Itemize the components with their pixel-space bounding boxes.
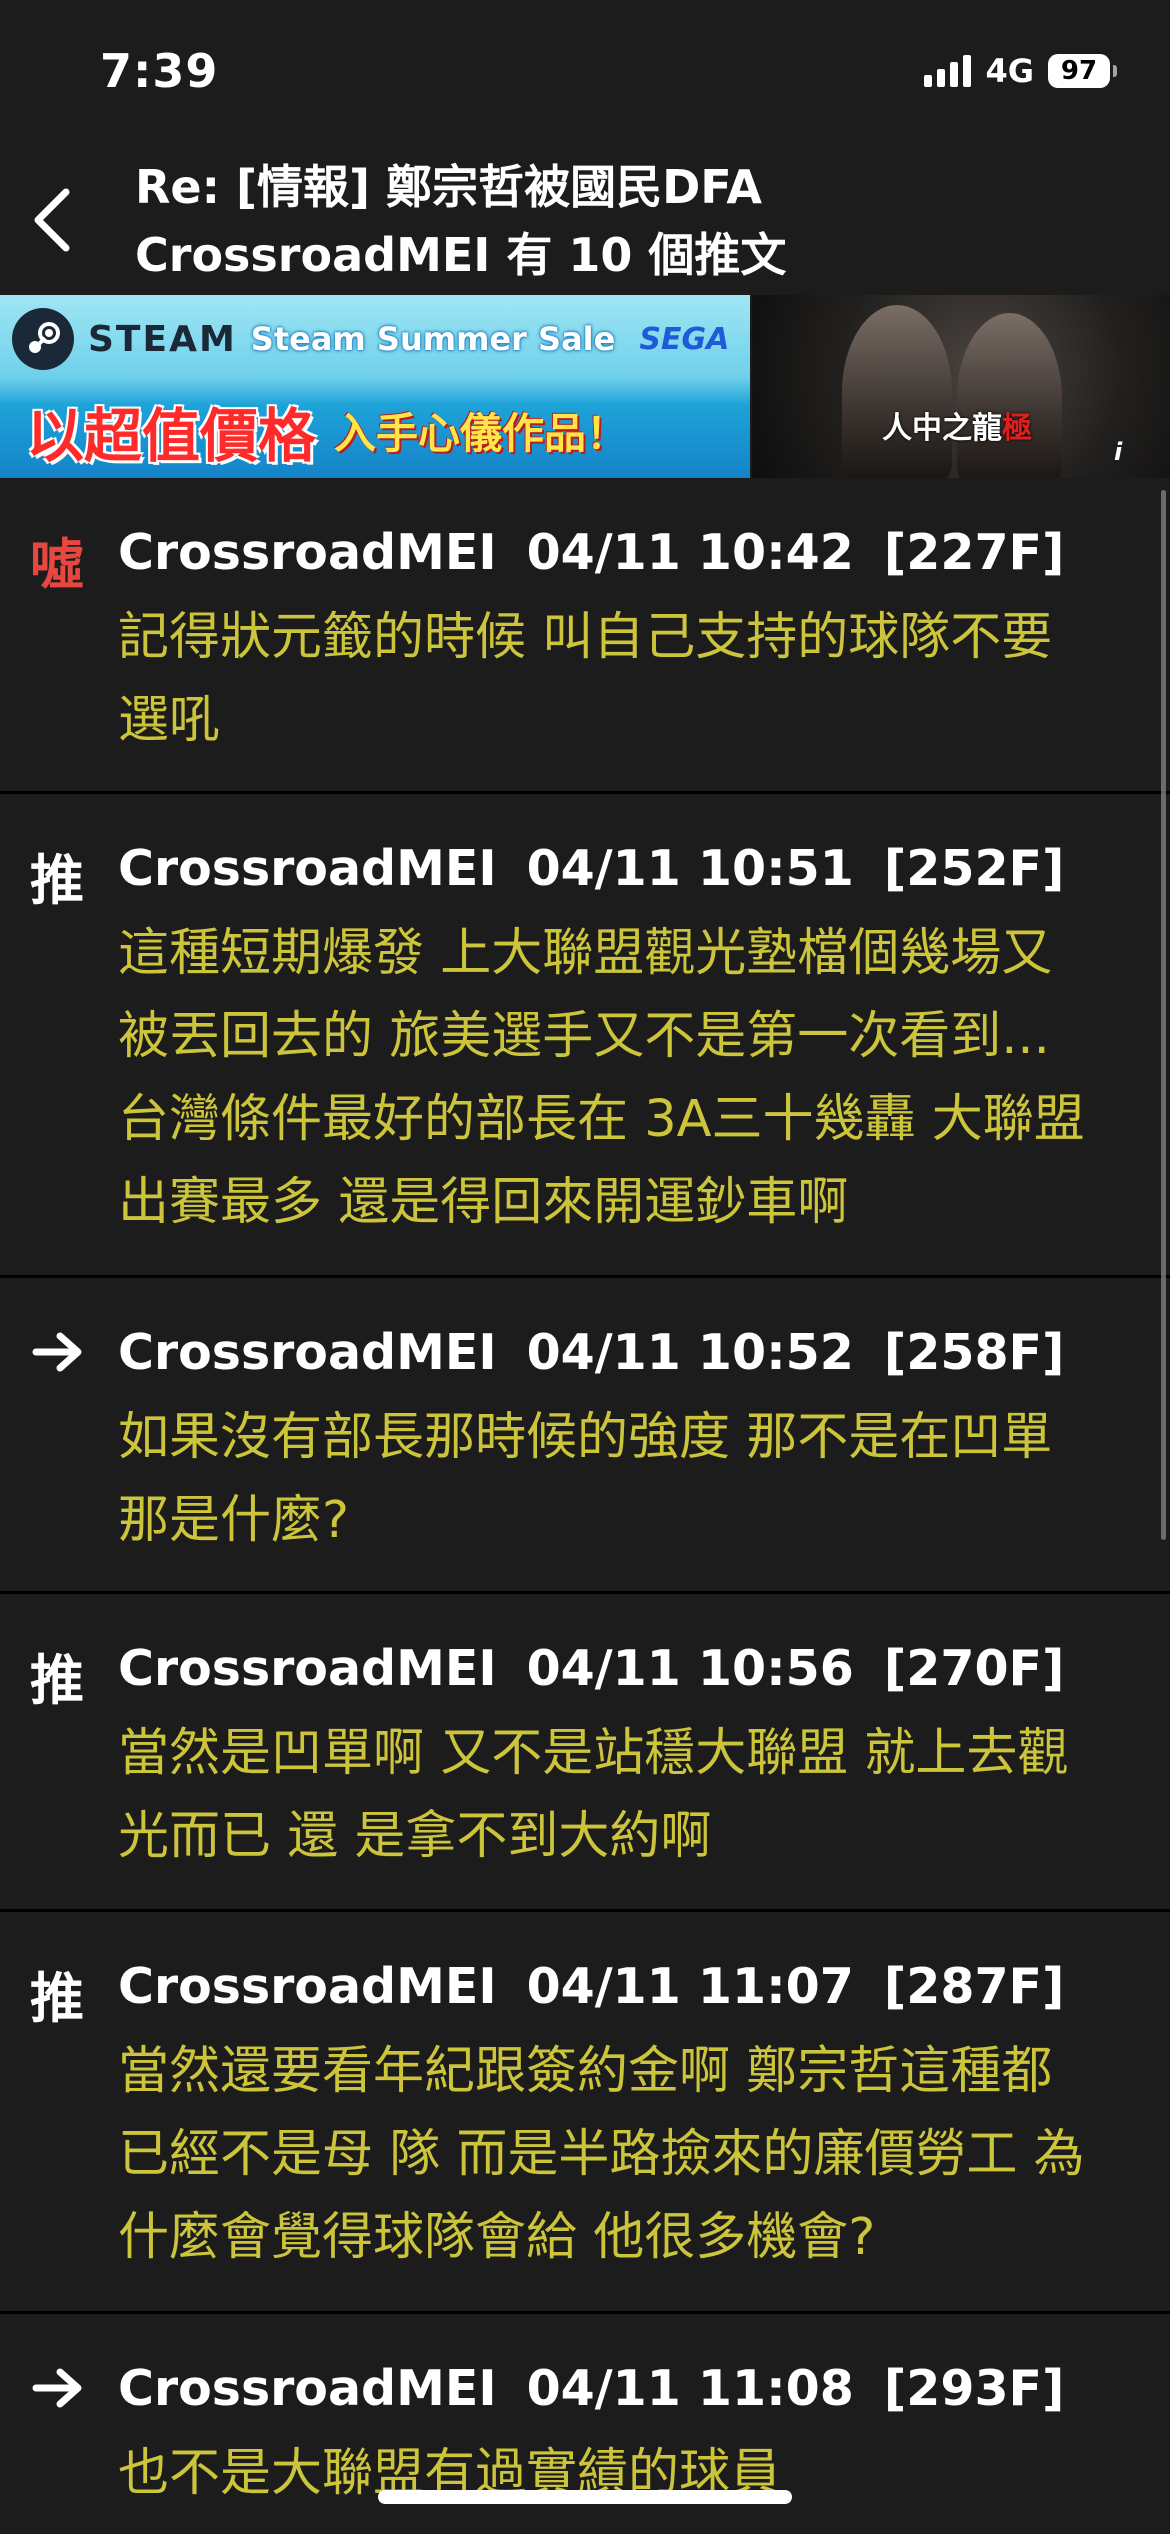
comment-item: 推 CrossroadMEI 04/11 10:56 [270F] 當然是凹單啊 又… (0, 1594, 1170, 1912)
page-title-line-2: CrossroadMEI 有 10 個推文 (135, 228, 787, 282)
steam-sale-ad: STEAM Steam Summer Sale SEGA 以超值價格 入手心儀作… (0, 295, 750, 478)
comment-type-boo: 噓 (30, 533, 84, 596)
comment-user[interactable]: CrossroadMEI (118, 1318, 497, 1388)
comment-floor: [252F] (883, 840, 1065, 897)
comment-item: CrossroadMEI 04/11 10:52 [258F] 如果沒有部長那時候的… (0, 1278, 1170, 1594)
character-figure (957, 313, 1062, 478)
steam-logo-icon (12, 308, 74, 370)
page-title-line-1: Re: [情報] 鄭宗哲被國民DFA (135, 160, 763, 214)
character-figure (842, 305, 952, 478)
arrow-right-icon (32, 2368, 82, 2408)
comment-header: CrossroadMEI 04/11 11:07 [287F] (118, 1952, 1140, 2022)
comment-header: CrossroadMEI 04/11 11:08 [293F] (118, 2354, 1140, 2424)
comment-type-push: 推 (30, 1649, 84, 1712)
comment-item: 推 CrossroadMEI 04/11 11:07 [287F] 當然還要看年紀跟… (0, 1912, 1170, 2314)
nav-bar: Re: [情報] 鄭宗哲被國民DFA CrossroadMEI 有 10 個推文 (0, 145, 1170, 295)
scrollbar[interactable] (1161, 490, 1166, 1540)
comment-user[interactable]: CrossroadMEI (118, 2354, 497, 2424)
comment-list: 噓 CrossroadMEI 04/11 10:42 [227F] 記得狀元籤的時候… (0, 478, 1170, 2534)
comment-text: 當然還要看年紀跟簽約金啊 鄭宗哲這種都 已經不是母 隊 而是半路撿來的廉價勞工 … (118, 2042, 1085, 2267)
comment-floor: [270F] (883, 1640, 1065, 1697)
game-art: 人中之龍極 i (752, 295, 1170, 478)
comment-user[interactable]: CrossroadMEI (118, 1634, 497, 1704)
comment-time: 04/11 10:51 (526, 840, 854, 897)
comment-time: 04/11 11:08 (526, 2360, 854, 2417)
comment-time: 04/11 11:07 (526, 1958, 854, 2015)
signal-icon (924, 55, 972, 87)
ad-info-icon[interactable]: i (1114, 438, 1158, 468)
promo-headline: 以超值價格 (26, 401, 317, 470)
ad-banner[interactable]: STEAM Steam Summer Sale SEGA 以超值價格 入手心儀作… (0, 295, 1170, 478)
battery-icon: 97 (1048, 54, 1117, 88)
comment-floor: [227F] (883, 524, 1065, 581)
comment-item: 推 CrossroadMEI 04/11 10:51 [252F] 這種短期爆發 上… (0, 794, 1170, 1278)
comment-user[interactable]: CrossroadMEI (118, 834, 497, 904)
game-title: 人中之龍極 (882, 411, 1032, 446)
status-bar: 7:39 4G 97 (0, 0, 1170, 145)
comment-time: 04/11 10:52 (526, 1324, 854, 1381)
page-title: Re: [情報] 鄭宗哲被國民DFA CrossroadMEI 有 10 個推文 (135, 153, 1135, 289)
comment-time: 04/11 10:42 (526, 524, 854, 581)
chevron-left-icon (34, 188, 70, 252)
arrow-right-icon (32, 1332, 82, 1372)
comment-floor: [258F] (883, 1324, 1065, 1381)
comment-header: CrossroadMEI 04/11 10:51 [252F] (118, 834, 1140, 904)
sale-label: Steam Summer Sale (250, 320, 616, 358)
comment-floor: [293F] (883, 2360, 1065, 2417)
comment-time: 04/11 10:56 (526, 1640, 854, 1697)
comment-text: 如果沒有部長那時候的強度 那不是在凹單 那是什麼? (118, 1408, 1053, 1550)
comment-text: 這種短期爆發 上大聯盟觀光塾檔個幾場又 被丟回去的 旅美選手又不是第一次看到..… (118, 924, 1085, 1232)
publisher-label: SEGA (639, 321, 730, 357)
status-time: 7:39 (100, 44, 219, 98)
promo-subline: 入手心儀作品！ (334, 409, 629, 458)
comment-text: 當然是凹單啊 又不是站穩大聯盟 就上去觀 光而已 還 是拿不到大約啊 (118, 1724, 1069, 1866)
comment-type-push: 推 (30, 849, 84, 912)
comment-type-push: 推 (30, 1967, 84, 2030)
status-indicators: 4G 97 (924, 52, 1117, 90)
comment-floor: [287F] (883, 1958, 1065, 2015)
comment-user[interactable]: CrossroadMEI (118, 1952, 497, 2022)
comment-header: CrossroadMEI 04/11 10:42 [227F] (118, 518, 1140, 588)
home-indicator[interactable] (378, 2490, 792, 2504)
comment-user[interactable]: CrossroadMEI (118, 518, 497, 588)
comment-header: CrossroadMEI 04/11 10:56 [270F] (118, 1634, 1140, 1704)
network-type: 4G (985, 52, 1034, 90)
comment-header: CrossroadMEI 04/11 10:52 [258F] (118, 1318, 1140, 1388)
comment-text: 記得狀元籤的時候 叫自己支持的球隊不要 選吼 (118, 608, 1053, 750)
steam-label: STEAM (88, 318, 237, 360)
back-button[interactable] (22, 180, 82, 260)
comment-item: 噓 CrossroadMEI 04/11 10:42 [227F] 記得狀元籤的時候… (0, 478, 1170, 794)
